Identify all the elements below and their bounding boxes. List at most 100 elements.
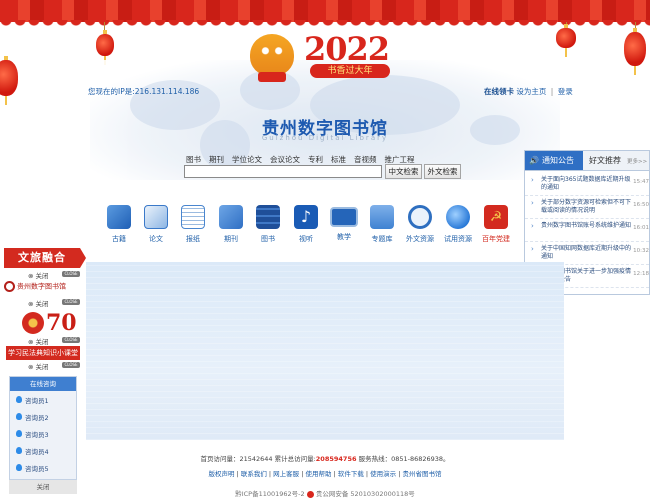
resource-trial[interactable]: 试用资源 <box>439 205 477 244</box>
paper-pen-icon <box>144 205 168 229</box>
resource-audiovisual[interactable]: ♪ 视听 <box>287 205 325 244</box>
page: 您现在的IP是:216.131.114.186 在线领卡 设为主页 | 登录 2… <box>0 0 650 500</box>
tiger-mascot-icon <box>250 34 294 82</box>
icp-number[interactable]: 黔ICP备11001962号-2 <box>235 490 304 498</box>
tab-notice[interactable]: 🔊 通知公告 <box>525 151 583 170</box>
online-consult-panel: 在线咨询 咨询员1 咨询员2 咨询员3 咨询员4 咨询员5 <box>9 376 77 480</box>
close-link[interactable]: ⊗ 关闭 <box>28 298 49 308</box>
notice-title: 关于中国知网数据库近期升级中的通知 <box>541 245 632 260</box>
qq-icon <box>16 430 22 437</box>
lantern-icon <box>0 56 18 105</box>
search-tab[interactable]: 期刊 <box>209 154 224 165</box>
tab-article-label: 好文推荐 <box>589 156 621 165</box>
consultant-item[interactable]: 咨询员2 <box>10 408 76 425</box>
close-link[interactable]: ⊗ 关闭 <box>28 270 49 280</box>
ancient-book-icon <box>107 205 131 229</box>
national-emblem-icon <box>22 312 44 334</box>
resource-label: 期刊 <box>224 235 238 243</box>
resource-label: 外文资源 <box>406 235 434 243</box>
close-badge[interactable]: CLOSE <box>62 337 80 343</box>
total-visits: 208594756 <box>315 455 357 463</box>
police-badge-icon <box>306 490 314 498</box>
top-links: 在线领卡 设为主页 | 登录 <box>484 86 573 97</box>
lantern-icon <box>96 30 114 65</box>
resource-teaching[interactable]: 教学 <box>325 205 363 242</box>
civil-code-banner[interactable]: 学习民法典知识小课堂 <box>6 346 80 360</box>
footer-link[interactable]: 联系我们 <box>241 470 267 478</box>
year-logo: 2022 <box>304 30 390 68</box>
consultant-item[interactable]: 咨询员3 <box>10 425 76 442</box>
qq-icon <box>16 413 22 420</box>
footer-stats: 首页访问量：21542644 累计总访问量:208594756 服务热线：085… <box>200 455 450 463</box>
ie-globe-icon <box>446 205 470 229</box>
resource-label: 图书 <box>261 235 275 243</box>
year-slogan: 书香过大年 <box>310 64 390 78</box>
culture-tourism-banner[interactable]: 文旅融合 <box>4 248 86 268</box>
resource-ancient-books[interactable]: 古籍 <box>100 205 138 244</box>
online-card-link[interactable]: 在线领卡 <box>484 87 514 96</box>
party-emblem-icon: ☭ <box>484 205 508 229</box>
footer-link[interactable]: 使用演示 <box>370 470 396 478</box>
close-badge[interactable]: CLOSE <box>62 362 80 368</box>
tab-articles[interactable]: 好文推荐 更多>> <box>583 151 649 170</box>
search-tab[interactable]: 专利 <box>308 154 323 165</box>
search-tab[interactable]: 图书 <box>186 154 201 165</box>
resource-journals[interactable]: 期刊 <box>212 205 250 244</box>
resource-label: 百年党建 <box>482 235 510 243</box>
resource-topics[interactable]: 专题库 <box>363 205 401 244</box>
footer-icp: 黔ICP备11001962号-2 贵公网安备 52010302000118号 <box>0 488 650 498</box>
newspaper-icon <box>181 205 205 229</box>
folder-icon <box>370 205 394 229</box>
search-input[interactable] <box>184 165 382 178</box>
notice-date: 16:50 <box>633 202 649 208</box>
lantern-icon <box>556 24 576 57</box>
resource-party[interactable]: ☭ 百年党建 <box>477 205 515 244</box>
close-badge[interactable]: CLOSE <box>62 271 80 277</box>
close-link[interactable]: ⊗ 关闭 <box>28 336 49 346</box>
notice-item[interactable]: 关于面向365试题数据库近期升级的通知 15:47 <box>525 173 649 196</box>
globe-search-icon <box>408 205 432 229</box>
library-subtitle: Guizhou Digital Library <box>261 134 389 142</box>
resource-label: 古籍 <box>112 235 126 243</box>
set-home-link[interactable]: 设为主页 <box>516 87 546 96</box>
footer-link[interactable]: 软件下载 <box>338 470 364 478</box>
speaker-icon: 🔊 <box>529 156 539 165</box>
resource-foreign[interactable]: 外文资源 <box>401 205 439 244</box>
consultant-item[interactable]: 咨询员1 <box>10 391 76 408</box>
more-link[interactable]: 更多>> <box>621 157 647 165</box>
separator: | <box>550 87 554 96</box>
footer-link[interactable]: 贵州省图书馆 <box>402 470 441 478</box>
anniversary-number: 70 <box>46 310 77 336</box>
notice-item[interactable]: 关于部分数字资源可检索但不可下载或阅读的情况说明 16:50 <box>525 196 649 219</box>
resource-papers[interactable]: 论文 <box>137 205 175 244</box>
footer-link[interactable]: 使用帮助 <box>306 470 332 478</box>
search-tab[interactable]: 音视频 <box>354 154 377 165</box>
close-badge[interactable]: CLOSE <box>62 299 80 305</box>
gz-library-logo[interactable]: 贵州数字图书馆 <box>4 281 80 299</box>
blackboard-icon <box>330 207 358 227</box>
resource-label: 论文 <box>149 235 163 243</box>
lantern-icon <box>624 28 646 75</box>
police-record[interactable]: 贵公网安备 52010302000118号 <box>316 490 415 498</box>
foreign-search-button[interactable]: 外文检索 <box>424 164 461 179</box>
resource-label: 教学 <box>337 233 351 241</box>
login-link[interactable]: 登录 <box>558 87 573 96</box>
chinese-search-button[interactable]: 中文检索 <box>385 164 422 179</box>
notice-title: 关于部分数字资源可检索但不可下载或阅读的情况说明 <box>541 199 632 214</box>
search-tab[interactable]: 学位论文 <box>232 154 262 165</box>
resource-books[interactable]: 图书 <box>249 205 287 244</box>
tab-notice-label: 通知公告 <box>541 156 574 165</box>
footer-links: 版权声明 | 联系我们 | 网上客服 | 使用帮助 | 软件下载 | 使用演示 … <box>208 470 442 478</box>
consult-title: 在线咨询 <box>10 377 76 391</box>
search-tab[interactable]: 标准 <box>331 154 346 165</box>
resource-newspapers[interactable]: 报纸 <box>174 205 212 244</box>
resource-label: 试用资源 <box>444 235 472 243</box>
resource-label: 视听 <box>299 235 313 243</box>
search-tab[interactable]: 会议论文 <box>270 154 300 165</box>
resource-label: 报纸 <box>186 235 200 243</box>
notice-date: 15:47 <box>633 179 649 185</box>
footer-link[interactable]: 版权声明 <box>209 470 235 478</box>
notice-item[interactable]: 贵州数字图书馆账号系统维护通知 16:01 <box>525 219 649 242</box>
footer-link[interactable]: 网上客服 <box>273 470 299 478</box>
close-link[interactable]: ⊗ 关闭 <box>28 361 49 371</box>
